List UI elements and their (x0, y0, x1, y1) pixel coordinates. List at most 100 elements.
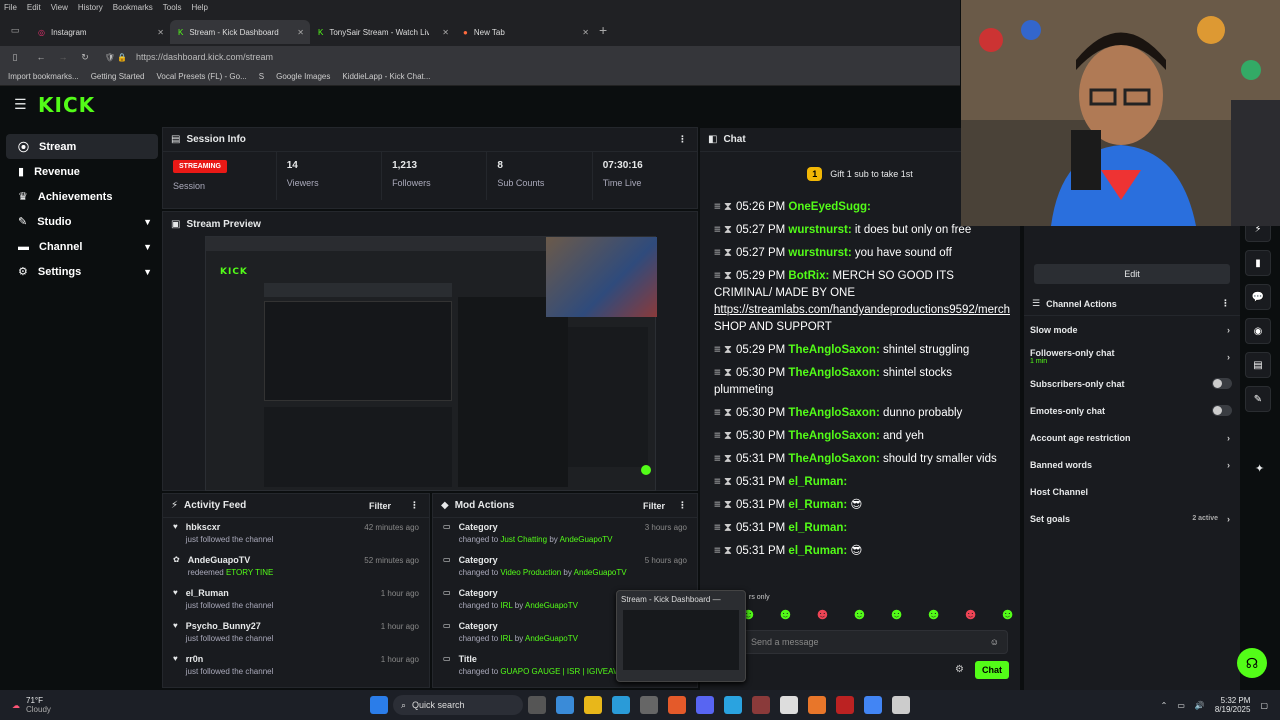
channel-action-item[interactable]: Banned words › (1024, 451, 1240, 478)
telegram-icon[interactable] (724, 696, 742, 714)
channel-action-item[interactable]: Followers-only chat 1 min › (1024, 343, 1240, 370)
message-user[interactable]: el_Ruman: (788, 499, 847, 511)
tab-tonysair[interactable]: K TonySair Stream - Watch Live o ✕ (310, 20, 455, 44)
quick-action-button[interactable]: ▮ (1245, 250, 1271, 276)
close-icon[interactable]: ✕ (297, 28, 304, 37)
message-user[interactable]: wurstnurst: (788, 224, 851, 236)
help-button[interactable]: ☊ (1237, 648, 1267, 678)
bookmark-getting-started[interactable]: Getting Started (91, 72, 145, 81)
more-icon[interactable]: ⋮ (410, 500, 419, 511)
channel-action-item[interactable]: Account age restriction › (1024, 424, 1240, 451)
start-icon[interactable] (370, 696, 388, 714)
activity-filter-button[interactable]: Filter (369, 501, 391, 511)
menu-file[interactable]: File (4, 3, 17, 12)
sidebar-item-revenue[interactable]: ▮ Revenue (6, 159, 158, 184)
menu-bookmarks[interactable]: Bookmarks (113, 3, 153, 12)
send-chat-button[interactable]: Chat (975, 661, 1009, 679)
settings-icon[interactable]: ✦ (1255, 462, 1264, 475)
notification-icon[interactable]: ▢ (1260, 701, 1268, 710)
close-icon[interactable]: ✕ (582, 28, 589, 37)
emote-icon[interactable]: ☻ (777, 606, 794, 624)
tab-instagram[interactable]: ◎ Instagram ✕ (30, 20, 170, 44)
channel-action-item[interactable]: Slow mode › (1024, 316, 1240, 343)
app-icon[interactable] (808, 696, 826, 714)
clock-time[interactable]: 5:32 PM (1215, 696, 1251, 705)
quick-action-button[interactable]: ✎ (1245, 386, 1271, 412)
bookmark-google-images[interactable]: Google Images (276, 72, 330, 81)
message-user[interactable]: el_Ruman: (788, 522, 847, 534)
message-user[interactable]: TheAngloSaxon: (788, 430, 879, 442)
reload-icon[interactable]: ↻ (74, 52, 96, 63)
new-tab-icon[interactable]: + (599, 22, 607, 38)
chrome-icon[interactable] (864, 696, 882, 714)
message-user[interactable]: TheAngloSaxon: (788, 453, 879, 465)
bookmark-vocal-presets[interactable]: Vocal Presets (FL) - Go... (157, 72, 247, 81)
bookmark-kiddielapp[interactable]: KiddieLapp - Kick Chat... (342, 72, 430, 81)
quick-action-button[interactable]: ▤ (1245, 352, 1271, 378)
sidebar-item-studio[interactable]: ✎ Studio ▼ (6, 209, 158, 234)
emoji-icon[interactable]: ☺ (990, 637, 999, 647)
message-user[interactable]: OneEyedSugg: (788, 201, 870, 213)
emote-icon[interactable]: ☻ (999, 606, 1016, 624)
kick-logo[interactable]: KICK (38, 93, 95, 117)
quick-action-button[interactable]: 💬 (1245, 284, 1271, 310)
toggle-switch[interactable] (1212, 378, 1232, 389)
bookmark-s[interactable]: S (259, 72, 264, 81)
close-icon[interactable]: ✕ (157, 28, 164, 37)
emote-icon[interactable]: ☻ (851, 606, 868, 624)
back-icon[interactable]: ← (30, 52, 52, 62)
lock-icon[interactable]: 🛡 🔒 (96, 53, 136, 62)
more-icon[interactable]: ⋮ (1221, 298, 1230, 309)
copilot-icon[interactable] (556, 696, 574, 714)
network-icon[interactable]: ▭ (1177, 701, 1185, 710)
discord-icon[interactable] (696, 696, 714, 714)
sidebar-item-channel[interactable]: ▬ Channel ▼ (6, 234, 158, 259)
emote-icon[interactable]: ☻ (925, 606, 942, 624)
message-user[interactable]: el_Ruman: (788, 545, 847, 557)
channel-action-item[interactable]: Set goals 2 active › (1024, 505, 1240, 532)
emote-icon[interactable]: ☻ (888, 606, 905, 624)
channel-action-item[interactable]: Subscribers-only chat (1024, 370, 1240, 397)
menu-view[interactable]: View (51, 3, 68, 12)
taskbar-thumbnail-popup[interactable]: Stream - Kick Dashboard — (616, 590, 746, 682)
volume-icon[interactable]: 🔊 (1195, 701, 1205, 710)
app-icon[interactable] (752, 696, 770, 714)
message-user[interactable]: TheAngloSaxon: (788, 407, 879, 419)
sidebar-toggle-icon[interactable]: ▯ (0, 52, 30, 63)
sidebar-item-stream[interactable]: ⦿ Stream (6, 134, 158, 159)
menu-edit[interactable]: Edit (27, 3, 41, 12)
task-view-icon[interactable] (528, 696, 546, 714)
file-explorer-icon[interactable] (584, 696, 602, 714)
firefox-icon[interactable] (668, 696, 686, 714)
mod-filter-button[interactable]: Filter (643, 501, 665, 511)
channel-action-item[interactable]: Host Channel (1024, 478, 1240, 505)
tab-new[interactable]: ● New Tab ✕ (455, 20, 595, 44)
store-icon[interactable] (640, 696, 658, 714)
app-icon[interactable] (780, 696, 798, 714)
app-icon[interactable] (892, 696, 910, 714)
tab-list-icon[interactable]: ▭ (0, 25, 30, 36)
url-input[interactable]: https://dashboard.kick.com/stream (136, 52, 273, 62)
edit-button[interactable]: Edit (1034, 264, 1230, 284)
quick-action-button[interactable]: ◉ (1245, 318, 1271, 344)
hamburger-icon[interactable]: ☰ (14, 96, 27, 113)
close-icon[interactable]: ✕ (442, 28, 449, 37)
message-user[interactable]: TheAngloSaxon: (788, 367, 879, 379)
menu-history[interactable]: History (78, 3, 103, 12)
more-icon[interactable]: ⋮ (678, 500, 687, 511)
forward-icon[interactable]: → (52, 52, 74, 62)
taskbar-search[interactable]: ⌕ Quick search (393, 695, 523, 715)
clock-date[interactable]: 8/19/2025 (1215, 705, 1251, 714)
emote-icon[interactable]: ☻ (814, 606, 831, 624)
message-user[interactable]: BotRix: (788, 270, 829, 282)
chat-input[interactable]: Send a message ☺ (740, 630, 1008, 654)
more-icon[interactable]: ⋮ (678, 134, 687, 145)
bookmark-import[interactable]: Import bookmarks... (8, 72, 79, 81)
message-user[interactable]: wurstnurst: (788, 247, 851, 259)
tab-kick-dashboard[interactable]: K Stream - Kick Dashboard ✕ (170, 20, 310, 44)
toggle-switch[interactable] (1212, 405, 1232, 416)
channel-action-item[interactable]: Emotes-only chat (1024, 397, 1240, 424)
message-link[interactable]: https://streamlabs.com/handyandeproducti… (714, 304, 1010, 316)
menu-help[interactable]: Help (191, 3, 207, 12)
gear-icon[interactable]: ⚙ (955, 664, 964, 675)
